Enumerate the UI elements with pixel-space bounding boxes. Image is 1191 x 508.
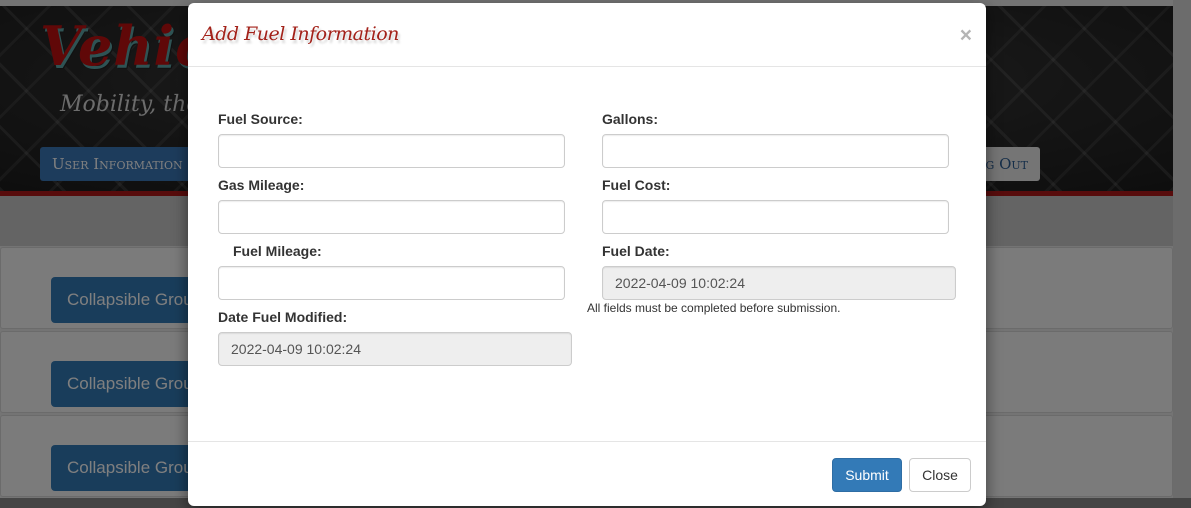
help-text: All fields must be completed before subm…	[587, 301, 841, 315]
close-icon[interactable]: ×	[960, 25, 972, 46]
modal-title: Add Fuel Information	[202, 23, 399, 45]
fuel-date-label: Fuel Date:	[602, 243, 670, 259]
fuel-source-input[interactable]	[218, 134, 565, 168]
fuel-cost-input[interactable]	[602, 200, 949, 234]
modal-header: Add Fuel Information ×	[188, 3, 986, 67]
fuel-mileage-input[interactable]	[218, 266, 565, 300]
fuel-date-input[interactable]	[602, 266, 956, 300]
gallons-input[interactable]	[602, 134, 949, 168]
date-fuel-modified-label: Date Fuel Modified:	[218, 309, 348, 325]
gas-mileage-input[interactable]	[218, 200, 565, 234]
submit-button[interactable]: Submit	[832, 458, 902, 492]
modal-footer: Submit Close	[188, 441, 986, 506]
date-fuel-modified-input[interactable]	[218, 332, 572, 366]
fuel-source-label: Fuel Source:	[218, 111, 303, 127]
close-button[interactable]: Close	[909, 458, 971, 492]
fuel-cost-label: Fuel Cost:	[602, 177, 671, 193]
fuel-mileage-label: Fuel Mileage:	[233, 243, 322, 259]
gas-mileage-label: Gas Mileage:	[218, 177, 305, 193]
gallons-label: Gallons:	[602, 111, 659, 127]
add-fuel-modal: Add Fuel Information × Fuel Source: Gall…	[188, 3, 986, 506]
